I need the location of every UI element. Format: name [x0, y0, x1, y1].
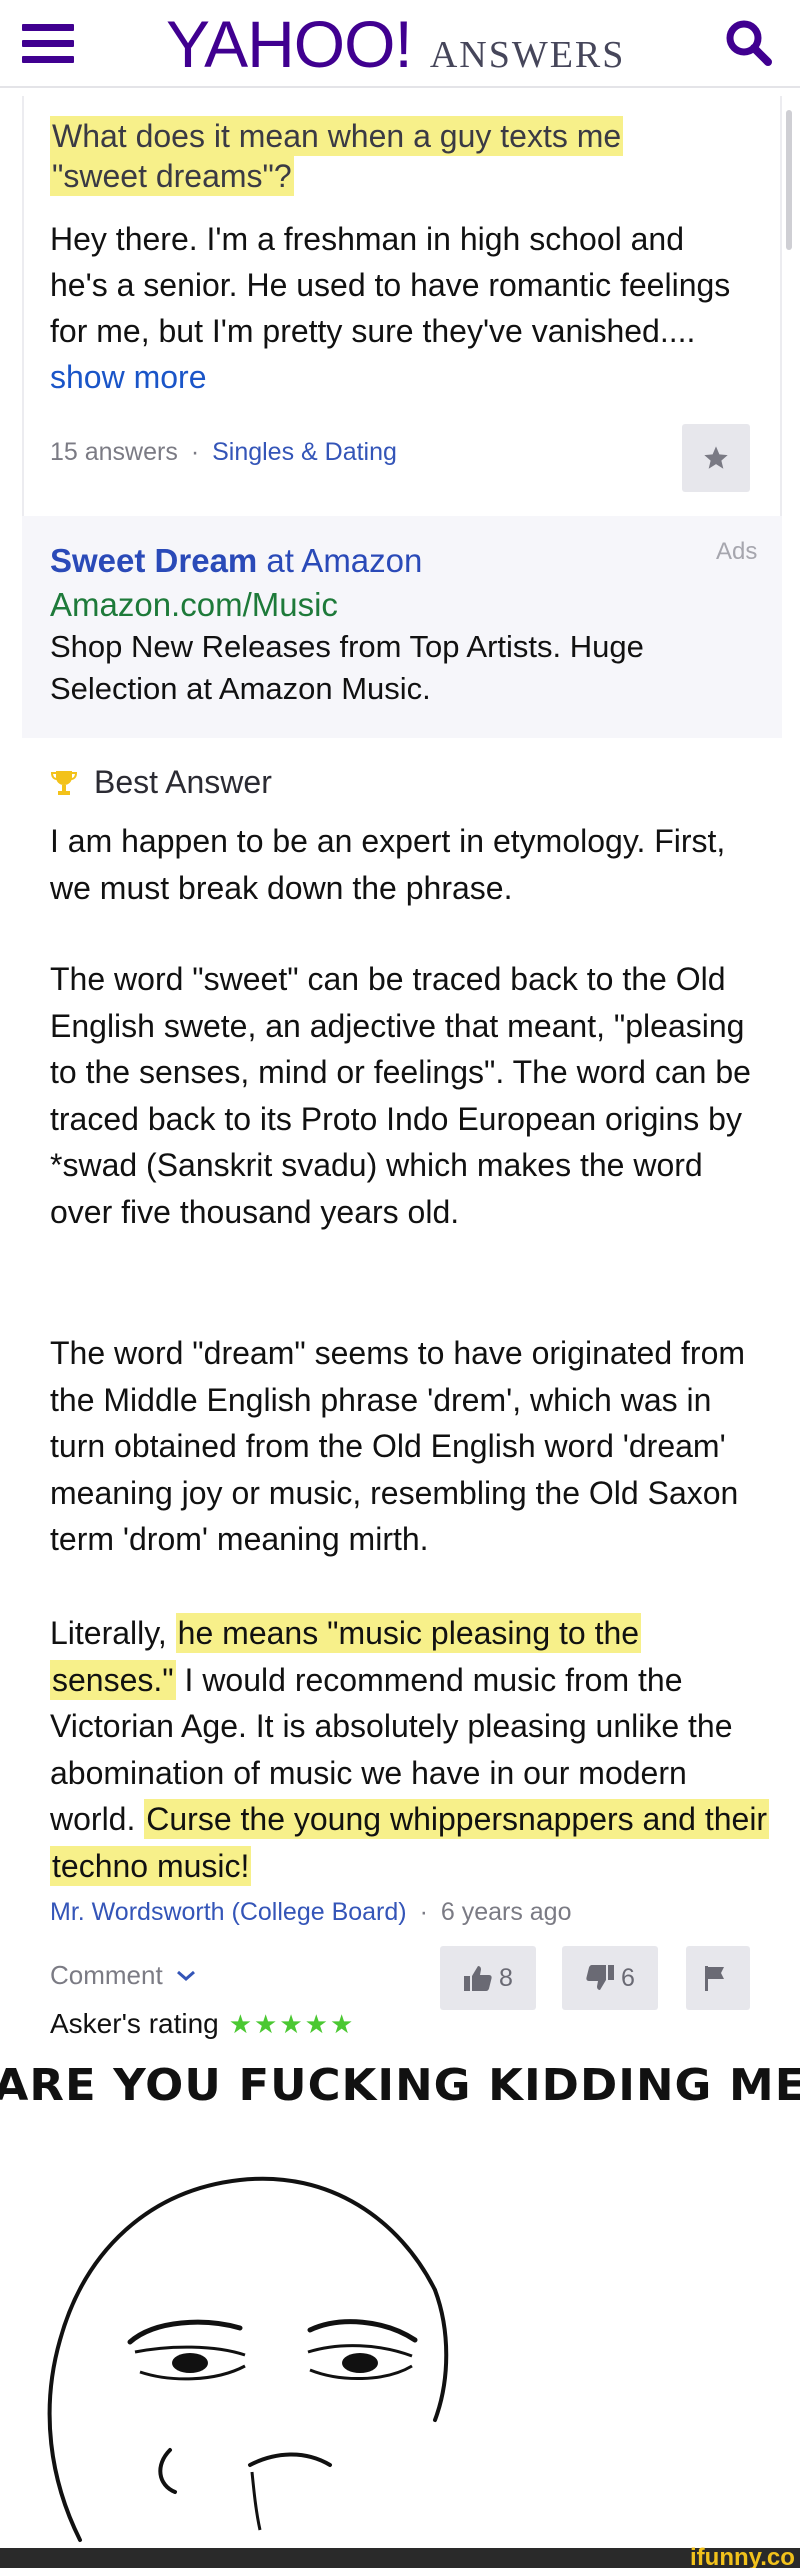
ad-description: Shop New Releases from Top Artists. Huge…: [50, 629, 644, 706]
are-you-kidding-me-face-drawing: [47, 2176, 449, 2542]
answer-paragraph-3: The word "dream" seems to have originate…: [50, 1335, 746, 1557]
rating-label: Asker's rating: [50, 2008, 219, 2039]
question-body: Hey there. I'm a freshman in high school…: [50, 216, 750, 400]
show-more-link[interactable]: show more: [50, 359, 207, 395]
thumbs-up-icon: [464, 1966, 492, 1991]
thumbs-down-count: 6: [621, 1963, 635, 1992]
comment-toggle[interactable]: Comment: [50, 1960, 197, 1991]
asker-rating: Asker's rating ★★★★★: [50, 2008, 355, 2040]
question-title-line2: "sweet dreams"?: [50, 156, 294, 196]
question-meta: 15 answers · Singles & Dating: [50, 438, 397, 467]
author-separator: ·: [419, 1898, 428, 1926]
question-title[interactable]: What does it mean when a guy texts me "s…: [50, 116, 710, 196]
star-icon: [704, 446, 728, 469]
ad-title-rest: at Amazon: [257, 542, 423, 579]
comment-label: Comment: [50, 1960, 163, 1990]
meme-caption: ARE YOU FUCKING KIDDING ME: [0, 2060, 800, 2111]
top-bar: YAHOO! ANSWERS: [0, 0, 800, 88]
question-title-line1: What does it mean when a guy texts me: [50, 116, 624, 156]
category-link[interactable]: Singles & Dating: [212, 438, 397, 466]
brand-logo[interactable]: YAHOO! ANSWERS: [166, 6, 625, 82]
flag-icon: [705, 1966, 724, 1991]
question-body-text: Hey there. I'm a freshman in high school…: [50, 221, 731, 349]
rating-stars: ★★★★★: [228, 2008, 356, 2039]
answer-highlight-2: Curse the young whippersnappers and thei…: [50, 1799, 770, 1886]
answer-paragraph-1: I am happen to be an expert in etymology…: [50, 823, 726, 906]
watermark-strip: [0, 2548, 800, 2568]
thumbs-up-count: 8: [499, 1963, 513, 1992]
thumbs-up-button[interactable]: 8: [440, 1946, 536, 2010]
chevron-down-icon: [176, 1970, 195, 1981]
search-icon[interactable]: [722, 16, 776, 70]
answers-count[interactable]: 15 answers: [50, 438, 178, 466]
author-name-link[interactable]: Mr. Wordsworth (College Board): [50, 1898, 407, 1926]
ifunny-watermark: ifunny.co: [690, 2544, 795, 2568]
answer-author: Mr. Wordsworth (College Board) · 6 years…: [50, 1898, 571, 1927]
meta-separator: ·: [190, 438, 200, 466]
brand-yahoo: YAHOO!: [166, 7, 413, 81]
thumbs-down-button[interactable]: 6: [562, 1946, 658, 2010]
ad-tag: Ads: [716, 538, 758, 565]
star-button[interactable]: [682, 424, 750, 492]
best-answer-label: Best Answer: [50, 764, 272, 801]
scrollbar[interactable]: [786, 110, 792, 250]
ad-title-bold: Sweet Dream: [50, 542, 258, 579]
hamburger-menu-icon[interactable]: [22, 24, 74, 64]
best-answer-text: Best Answer: [94, 764, 272, 800]
brand-answers: ANSWERS: [429, 34, 626, 76]
ad-url[interactable]: Amazon.com/Music: [50, 586, 338, 624]
answer-timestamp: 6 years ago: [440, 1898, 572, 1926]
trophy-icon: [50, 770, 78, 795]
answer-paragraph-2: The word "sweet" can be traced back to t…: [50, 961, 751, 1230]
answer-p4-a: Literally,: [50, 1615, 176, 1651]
ad-title[interactable]: Sweet Dream at Amazon: [50, 542, 422, 580]
flag-button[interactable]: [686, 1946, 750, 2010]
answer-paragraph-4: Literally, he means "music pleasing to t…: [50, 1610, 770, 1889]
thumbs-down-icon: [586, 1965, 615, 1990]
